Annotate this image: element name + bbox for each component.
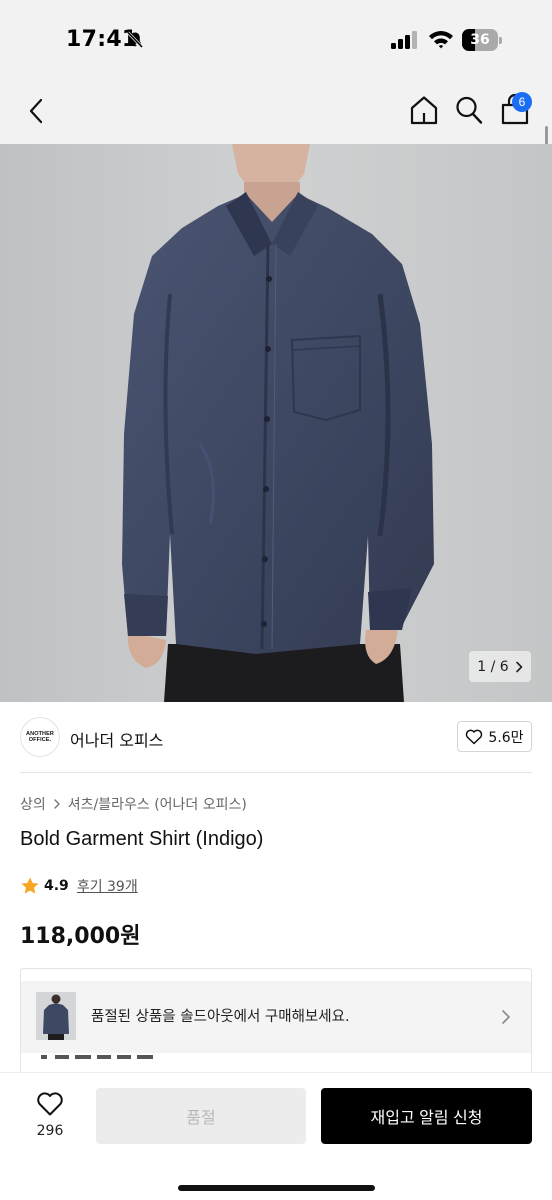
star-icon <box>21 877 39 894</box>
home-indicator <box>178 1185 375 1191</box>
soldout-section: 품절된 상품을 솔드아웃에서 구매해보세요. <box>20 968 532 1072</box>
brand-logo-line2: OFFICE. <box>28 737 52 743</box>
battery-level: 36 <box>470 32 490 48</box>
soldout-thumbnail <box>36 992 76 1040</box>
chevron-right-icon <box>54 799 60 809</box>
heart-icon <box>37 1092 63 1116</box>
wifi-icon <box>429 31 453 49</box>
breadcrumb-subcategory[interactable]: 셔츠/블라우스 (어나더 오피스) <box>68 794 247 814</box>
wishlist-count: 296 <box>36 1123 64 1139</box>
brand-name[interactable]: 어나더 오피스 <box>70 727 163 751</box>
restock-alert-button[interactable]: 재입고 알림 신청 <box>321 1088 532 1144</box>
image-counter-text: 1 / 6 <box>477 658 509 675</box>
product-image[interactable] <box>0 144 552 702</box>
chevron-left-icon[interactable] <box>22 96 52 126</box>
cart-count-badge: 6 <box>512 92 532 112</box>
rating-row: 4.9 후기 39개 <box>20 876 138 896</box>
image-pagination[interactable]: 1 / 6 <box>469 651 531 682</box>
heart-icon <box>466 729 483 744</box>
top-nav-bar <box>0 82 552 144</box>
breadcrumb-category[interactable]: 상의 <box>20 794 46 814</box>
soldout-banner[interactable]: 품절된 상품을 솔드아웃에서 구매해보세요. <box>21 981 531 1053</box>
bottom-action-bar: 296 품절 재입고 알림 신청 <box>0 1072 552 1200</box>
chevron-right-icon <box>515 661 523 672</box>
chevron-right-icon <box>502 1010 510 1024</box>
product-title: Bold Garment Shirt (Indigo) <box>20 828 264 850</box>
brand-row: ANOTHER OFFICE. 어나더 오피스 5.6만 <box>20 715 532 773</box>
clipped-text-fragment <box>41 1055 153 1059</box>
search-icon[interactable] <box>454 94 484 126</box>
brand-like-button[interactable]: 5.6만 <box>457 721 532 752</box>
brand-like-count: 5.6만 <box>488 729 524 746</box>
breadcrumb: 상의 셔츠/블라우스 (어나더 오피스) <box>20 794 247 814</box>
home-icon[interactable] <box>408 94 440 126</box>
product-price: 118,000원 <box>20 924 141 949</box>
brand-logo[interactable]: ANOTHER OFFICE. <box>20 717 60 757</box>
review-count-link[interactable]: 후기 39개 <box>77 876 138 896</box>
battery-icon: 36 <box>462 29 502 51</box>
status-bar: 17:41 36 <box>0 0 552 82</box>
cellular-signal-icon <box>391 31 417 49</box>
bell-slash-icon <box>126 31 144 49</box>
soldout-banner-text: 품절된 상품을 솔드아웃에서 구매해보세요. <box>91 1009 350 1025</box>
wishlist-button[interactable]: 296 <box>24 1089 76 1145</box>
soldout-button: 품절 <box>96 1088 306 1144</box>
rating-value: 4.9 <box>44 878 69 894</box>
